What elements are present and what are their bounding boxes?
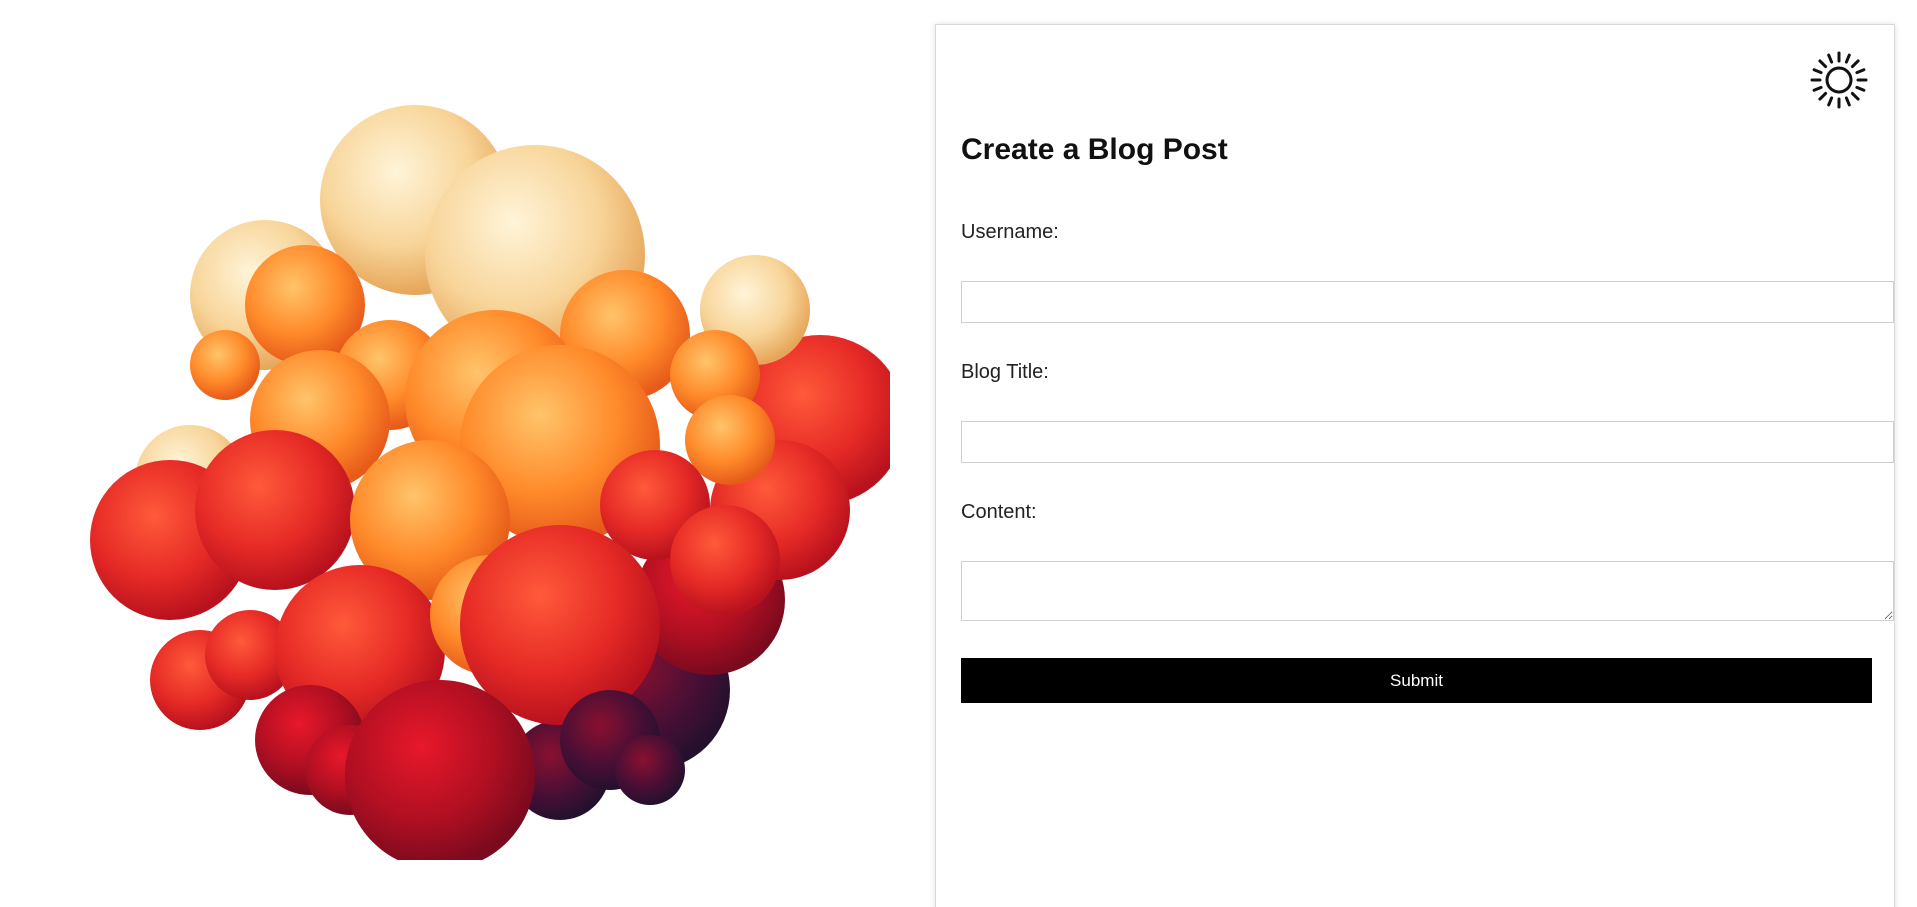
- blog-title-field[interactable]: [961, 421, 1894, 463]
- content-textarea[interactable]: [961, 561, 1894, 621]
- page-title: Create a Blog Post: [961, 133, 1228, 166]
- blog-title-label: Blog Title:: [961, 361, 1049, 383]
- sun-icon[interactable]: [1810, 51, 1868, 109]
- sun-icon-graphic: [1810, 51, 1868, 109]
- bubble-cluster-image: [90, 80, 890, 860]
- page: Create a Blog Post Username: Blog Title:…: [0, 0, 1917, 907]
- bubble-cluster-illustration: [90, 105, 890, 860]
- content-label: Content:: [961, 501, 1037, 523]
- submit-button[interactable]: Submit: [961, 658, 1872, 703]
- blog-form-panel: Create a Blog Post Username: Blog Title:…: [935, 24, 1895, 907]
- username-label: Username:: [961, 221, 1059, 243]
- username-field[interactable]: [961, 281, 1894, 323]
